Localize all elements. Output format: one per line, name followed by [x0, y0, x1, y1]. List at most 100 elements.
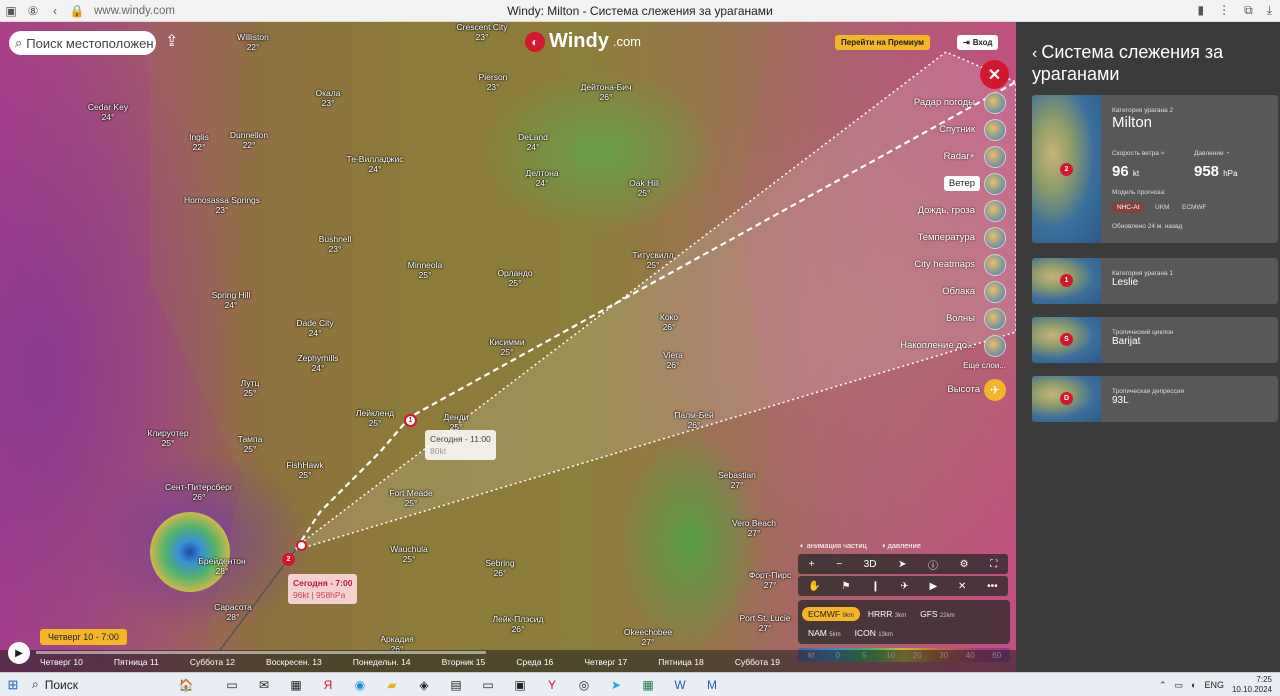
word-icon[interactable]: W: [664, 678, 696, 692]
city-label[interactable]: Денди 25°: [444, 412, 469, 432]
model-nam[interactable]: NAM 5km: [802, 626, 847, 640]
city-label[interactable]: Палм-Бей 26°: [674, 410, 714, 430]
city-label[interactable]: Dade City 24°: [296, 318, 333, 338]
city-label[interactable]: Pierson 23°: [479, 72, 508, 92]
layer-item[interactable]: Radar+: [939, 145, 1006, 168]
city-label[interactable]: Viera 26°: [663, 350, 683, 370]
camera-icon[interactable]: ▶: [930, 581, 938, 592]
hurricane-card[interactable]: S Тропический циклон Barijat: [1032, 317, 1278, 363]
day-label[interactable]: Суббота 12: [190, 657, 235, 667]
city-label[interactable]: Дейтона-Бич 26°: [581, 82, 632, 102]
premium-button[interactable]: Перейти на Премиум: [835, 35, 931, 50]
store-icon[interactable]: ▣: [504, 678, 536, 692]
close-button[interactable]: ✕: [980, 60, 1009, 89]
particles-toggle[interactable]: ◐ анимация частиц: [800, 541, 867, 550]
address-bar[interactable]: www.windy.com: [94, 5, 175, 17]
monitor-icon[interactable]: ▭: [472, 678, 504, 692]
hurricane-card[interactable]: 1 Категория урагана 1 Leslie: [1032, 258, 1278, 304]
search-input[interactable]: ⌕ Поиск местоположен: [9, 31, 156, 55]
layer-item[interactable]: Спутник: [934, 118, 1006, 141]
model-chip-nhc[interactable]: NHC-At: [1112, 202, 1145, 213]
day-label[interactable]: Суббота 19: [735, 657, 780, 667]
city-label[interactable]: FishHawk 25°: [286, 460, 323, 480]
layer-item[interactable]: Облака: [937, 280, 1006, 303]
extensions-icon[interactable]: ⧉: [1244, 3, 1253, 18]
mail-icon[interactable]: ✉: [248, 678, 280, 692]
altitude-button[interactable]: Высота ✈: [947, 378, 1006, 401]
hurricane-card-milton[interactable]: 2 Категория урагана 2 Milton Скорость ве…: [1032, 95, 1278, 243]
model-chip-ukm[interactable]: UKM: [1150, 202, 1174, 213]
excel-icon[interactable]: ▦: [632, 678, 664, 692]
city-label[interactable]: Sebastian 27°: [718, 470, 756, 490]
layer-item[interactable]: Температура: [912, 226, 1006, 249]
network-icon[interactable]: ▭: [1174, 680, 1183, 691]
city-label[interactable]: Форт-Пирс 27°: [749, 570, 791, 590]
city-label[interactable]: Cedar Key 24°: [88, 102, 128, 122]
pressure-toggle[interactable]: ◑ давление: [881, 541, 921, 550]
current-pin[interactable]: 2: [282, 553, 295, 566]
layer-item[interactable]: Волны: [941, 307, 1006, 330]
clock[interactable]: 7:25 10.10.2024: [1232, 675, 1272, 695]
city-label[interactable]: Брейдентон 28°: [198, 556, 245, 576]
city-label[interactable]: Okeechobee 27°: [624, 627, 672, 647]
city-label[interactable]: Клируотер 25°: [147, 428, 188, 448]
yandex-icon[interactable]: ⑧: [22, 4, 44, 18]
day-label[interactable]: Вторник 15: [442, 657, 486, 667]
info-icon[interactable]: ⓘ: [928, 557, 938, 572]
day-label[interactable]: Понедельн. 14: [353, 657, 411, 667]
city-label[interactable]: Vero Beach 27°: [732, 518, 776, 538]
task-view-icon[interactable]: ▭: [216, 678, 248, 692]
city-label[interactable]: Орландо 25°: [497, 268, 532, 288]
city-label[interactable]: Коко 26°: [660, 312, 678, 332]
city-label[interactable]: Кисимми 25°: [489, 337, 524, 357]
back-icon[interactable]: ‹: [44, 4, 66, 18]
city-label[interactable]: Inglis 22°: [189, 132, 209, 152]
city-label[interactable]: Zephyrhills 24°: [297, 353, 338, 373]
city-label[interactable]: Лейк-Плэсид 26°: [493, 614, 544, 634]
pin-icon[interactable]: ❙: [871, 581, 879, 592]
forecast-pin[interactable]: 1: [404, 414, 417, 427]
yandex-app-icon[interactable]: Y: [536, 678, 568, 692]
day-label[interactable]: Воскресен. 13: [266, 657, 322, 667]
windows-start-icon[interactable]: ⊞: [0, 677, 26, 693]
clear-icon[interactable]: ✕: [958, 581, 966, 592]
day-label[interactable]: Пятница 11: [114, 657, 159, 667]
city-label[interactable]: Wauchula 25°: [390, 544, 427, 564]
locate-icon[interactable]: ➤: [898, 559, 906, 570]
fullscreen-icon[interactable]: ⛶: [990, 559, 997, 570]
calculator-icon[interactable]: ▤: [440, 678, 472, 692]
city-label[interactable]: Williston 22°: [237, 32, 269, 52]
layer-item[interactable]: City heatmaps: [909, 253, 1006, 276]
play-button[interactable]: ▶: [8, 642, 30, 664]
timeline-progress[interactable]: [36, 651, 486, 654]
telegram-icon[interactable]: ➤: [600, 678, 632, 692]
city-label[interactable]: Bushnell 23°: [319, 234, 352, 254]
3d-button[interactable]: 3D: [864, 559, 877, 570]
yandex-browser-icon[interactable]: Я: [312, 678, 344, 692]
city-label[interactable]: Лейкленд 25°: [356, 408, 394, 428]
city-label[interactable]: Сарасота 28°: [214, 602, 252, 622]
weather-map[interactable]: Williston 22° Crescent City 23° Cedar Key 24°…: [0, 22, 1016, 672]
city-label[interactable]: Тампа 25°: [238, 434, 263, 454]
layer-item[interactable]: Дождь, гроза: [913, 199, 1006, 222]
windy-logo[interactable]: ◐ Windy .com: [525, 30, 641, 53]
share-icon[interactable]: ⇪: [165, 31, 183, 50]
city-label[interactable]: Титусвилл 25°: [632, 250, 673, 270]
zoom-in-icon[interactable]: +: [809, 559, 815, 570]
city-label[interactable]: DeLand 24°: [518, 132, 548, 152]
photos-icon[interactable]: ▦: [280, 678, 312, 692]
city-label[interactable]: Spring Hill 24°: [212, 290, 251, 310]
city-label[interactable]: Окала 23°: [316, 88, 341, 108]
model-hrrr[interactable]: HRRR 3km: [862, 607, 912, 621]
day-label[interactable]: Четверг 10: [40, 657, 83, 667]
edge-icon[interactable]: ◉: [344, 678, 376, 692]
settings-icon[interactable]: ⚙: [960, 559, 969, 570]
download-icon[interactable]: ⤓: [1267, 3, 1272, 18]
day-label[interactable]: Пятница 18: [658, 657, 703, 667]
city-label[interactable]: Лутц 25°: [241, 378, 260, 398]
panel-title[interactable]: ‹ Система слежения за ураганами: [1032, 42, 1272, 84]
more-icon[interactable]: •••: [987, 581, 998, 592]
city-label[interactable]: Те-Вилладжис 24°: [347, 154, 404, 174]
hand-icon[interactable]: ✋: [808, 581, 820, 592]
day-label[interactable]: Четверг 17: [584, 657, 627, 667]
